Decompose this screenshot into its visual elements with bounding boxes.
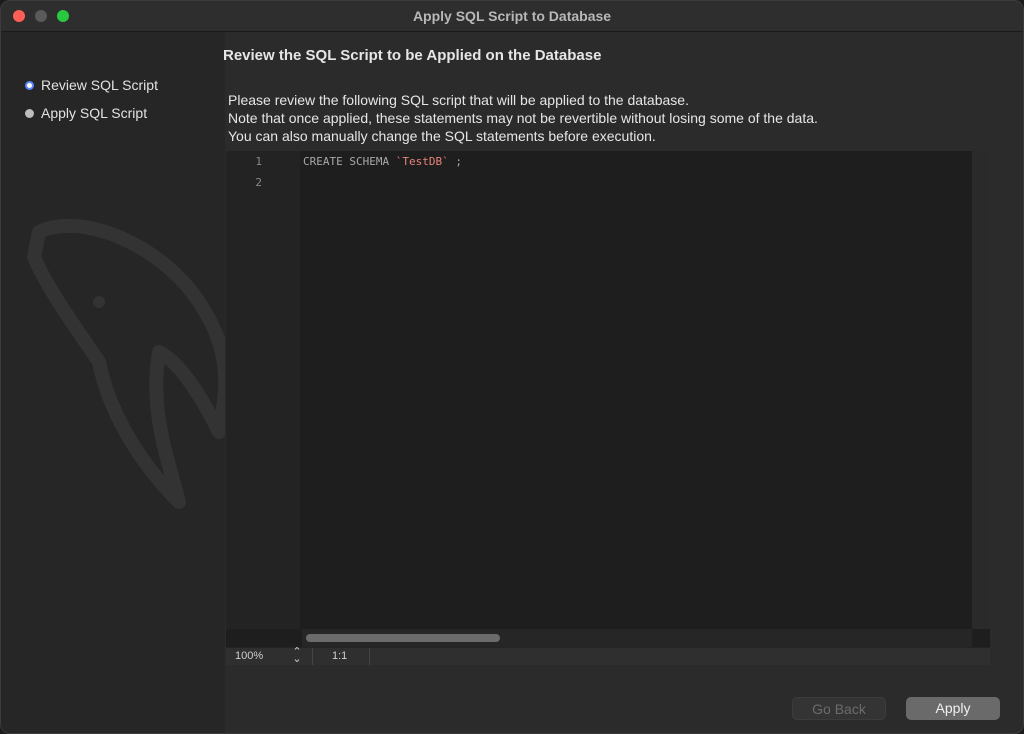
step-review-sql-script: Review SQL Script <box>25 77 158 93</box>
description-line-2: Note that once applied, these statements… <box>228 110 818 126</box>
horizontal-scrollbar-thumb[interactable] <box>306 634 500 642</box>
mysql-dolphin-icon <box>27 218 225 509</box>
description-line-3: You can also manually change the SQL sta… <box>228 128 656 144</box>
window-title: Apply SQL Script to Database <box>412 8 612 24</box>
divider <box>312 648 313 665</box>
wizard-steps-sidebar: Review SQL Script Apply SQL Script <box>1 32 225 733</box>
up-down-chevron-icon[interactable]: ⌃ ⌄ <box>292 647 302 665</box>
go-back-button[interactable]: Go Back <box>792 697 886 720</box>
line-number: 2 <box>255 176 262 189</box>
sql-terminator: ; <box>448 155 462 168</box>
line-number-gutter: 1 2 <box>226 151 300 629</box>
horizontal-scrollbar[interactable] <box>302 629 972 647</box>
step-apply-sql-script: Apply SQL Script <box>25 105 147 121</box>
divider <box>369 648 370 665</box>
cursor-position: 1:1 <box>332 650 348 662</box>
title-bar[interactable]: Apply SQL Script to Database <box>1 1 1023 32</box>
step-label: Review SQL Script <box>41 77 158 93</box>
apply-sql-dialog: Apply SQL Script to Database Review SQL … <box>0 0 1024 734</box>
apply-button[interactable]: Apply <box>906 697 1000 720</box>
line-number: 1 <box>255 155 262 168</box>
sql-identifier: `TestDB` <box>395 155 449 168</box>
active-step-icon <box>25 80 34 90</box>
code-line-1[interactable]: CREATE SCHEMA `TestDB` ; <box>303 155 462 168</box>
description-line-1: Please review the following SQL script t… <box>228 92 689 108</box>
step-label: Apply SQL Script <box>41 105 148 121</box>
editor-status-bar: 100% ⌃ ⌄ 1:1 <box>226 647 990 665</box>
vertical-scrollbar[interactable] <box>972 151 990 629</box>
sql-keyword: CREATE SCHEMA <box>303 155 396 168</box>
page-heading: Review the SQL Script to be Applied on t… <box>223 47 602 64</box>
sql-editor[interactable]: 1 2 CREATE SCHEMA `TestDB` ; <box>226 151 990 647</box>
inactive-step-icon <box>25 108 34 118</box>
zoom-level[interactable]: 100% <box>235 650 263 662</box>
